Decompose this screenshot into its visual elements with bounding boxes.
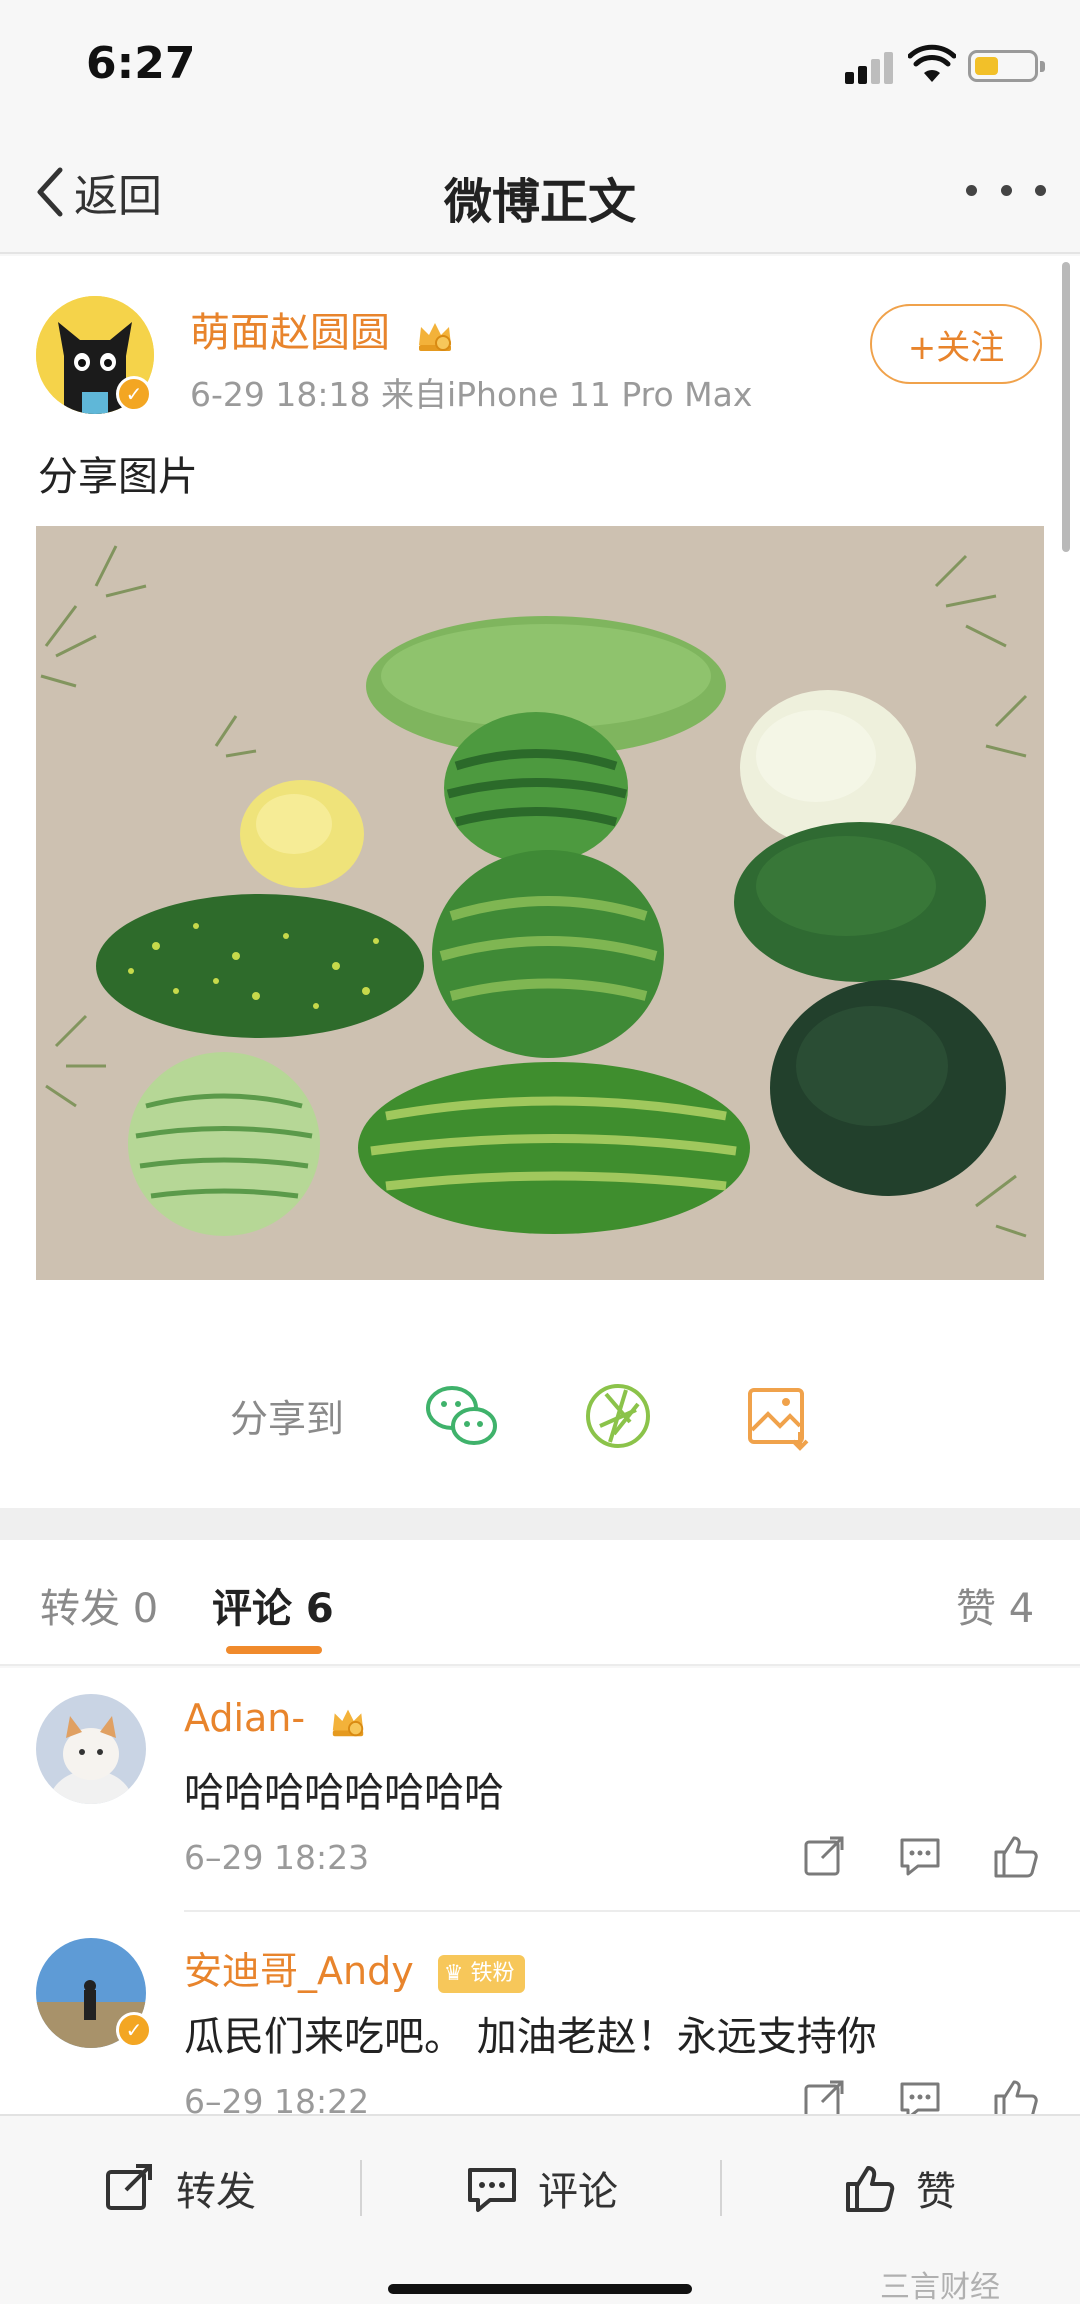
section-gap: [0, 1508, 1080, 1540]
repost-button[interactable]: 转发: [104, 2156, 256, 2220]
avatar[interactable]: [36, 1694, 146, 1804]
comment-list: Adian- 哈哈哈哈哈哈哈哈 6–29 18:23 ✓ 安迪哥_Andy ♛ …: [0, 1668, 1080, 2114]
divider: [720, 2160, 722, 2216]
forward-comment-icon[interactable]: [800, 1832, 848, 1880]
scrollbar[interactable]: [1062, 262, 1070, 552]
status-time: 6:27: [86, 38, 196, 89]
comment-text: 哈哈哈哈哈哈哈哈: [184, 1770, 504, 1816]
nav-bar: 返回 微博正文: [0, 130, 1080, 254]
reply-icon[interactable]: [896, 1832, 944, 1880]
like-label: 赞: [916, 2169, 956, 2215]
page-title: 微博正文: [443, 174, 636, 230]
verified-badge-icon: ✓: [116, 376, 152, 412]
tab-reposts[interactable]: 转发 0: [40, 1576, 158, 1634]
forward-comment-icon[interactable]: [800, 2076, 848, 2114]
divider: [360, 2160, 362, 2216]
post-image[interactable]: [36, 526, 1044, 1280]
fan-badge: ♛ 铁粉: [437, 1954, 525, 1993]
signal-icon: [845, 48, 895, 84]
comment-label: 评论: [538, 2169, 618, 2215]
tab-indicator: [226, 1646, 322, 1654]
post-card: ✓ 萌面赵圆圆 6-29 18:18 来自iPhone 11 Pro Max +…: [0, 256, 1080, 1508]
save-image-icon[interactable]: [738, 1376, 818, 1456]
tab-likes[interactable]: 赞 4: [956, 1576, 1034, 1634]
like-button[interactable]: 赞: [844, 2156, 956, 2220]
comment-text: 瓜民们来吃吧。 加油老赵！永远支持你: [184, 2014, 877, 2060]
comment-author[interactable]: 安迪哥_Andy ♛ 铁粉: [184, 1940, 525, 1995]
tab-comments[interactable]: 评论 6: [212, 1576, 334, 1634]
comment-time: 6–29 18:23: [184, 1838, 370, 1877]
share-label: 分享到: [230, 1397, 345, 1441]
verified-badge-icon: ✓: [116, 2012, 152, 2048]
repost-label: 转发: [176, 2169, 256, 2215]
thumbs-up-icon[interactable]: [992, 1832, 1040, 1880]
thumbs-up-icon: [846, 2166, 895, 2212]
tab-bar: 转发 0 评论 6 赞 4: [0, 1540, 1080, 1666]
comment-item: ✓ 安迪哥_Andy ♛ 铁粉 瓜民们来吃吧。 加油老赵！永远支持你 6–29 …: [0, 1912, 1080, 2114]
weibo-post-screen: 6:27 返回 微博正文 ✓ 萌面赵圆圆 6-29 18:18 来自iPhone…: [0, 0, 1080, 2304]
follow-button[interactable]: +关注: [870, 304, 1042, 384]
comment-icon: [468, 2168, 516, 2212]
vip-crown-icon: [332, 1709, 364, 1736]
comment-item: Adian- 哈哈哈哈哈哈哈哈 6–29 18:23: [0, 1668, 1080, 1914]
comment-author[interactable]: Adian-: [184, 1696, 367, 1740]
reply-icon[interactable]: [896, 2076, 944, 2114]
battery-icon: [968, 50, 1045, 82]
wifi-icon: [908, 44, 956, 82]
thumbs-up-icon[interactable]: [992, 2076, 1040, 2114]
more-icon[interactable]: [966, 170, 1046, 210]
comment-button[interactable]: 评论: [466, 2156, 618, 2220]
post-text: 分享图片: [38, 454, 198, 500]
share-row: 分享到: [0, 1366, 1080, 1466]
repost-icon: [106, 2164, 152, 2210]
author-name[interactable]: 萌面赵圆圆: [190, 300, 455, 358]
comment-time: 6–29 18:22: [184, 2082, 370, 2114]
post-meta: 6-29 18:18 来自iPhone 11 Pro Max: [190, 375, 753, 414]
moments-icon[interactable]: [578, 1376, 658, 1456]
battery-level: [975, 57, 998, 75]
vip-crown-icon: [418, 323, 451, 351]
status-bar: 6:27: [0, 0, 1080, 130]
watermark: 三言财经: [880, 2270, 1000, 2304]
home-indicator[interactable]: [388, 2284, 692, 2294]
wechat-icon[interactable]: [422, 1376, 502, 1456]
